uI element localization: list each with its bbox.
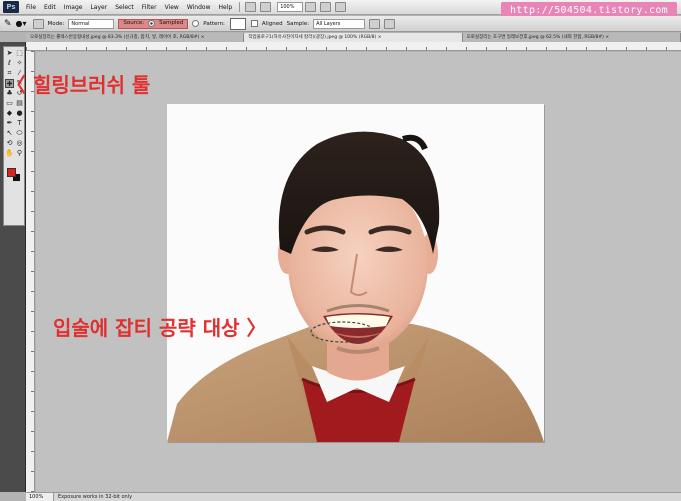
sampled-label: Sampled xyxy=(159,20,184,26)
menu-image[interactable]: Image xyxy=(60,0,87,15)
toolbox: ➤ ⬚ ℓ ✧ ⌗ ⁄ ✚ ✎ ♣ ↺ ▭ ▤ ◆ ● ✒ T ↖ ⬭ ⟲ ◎ … xyxy=(0,42,26,492)
menu-separator xyxy=(239,2,241,12)
lasso-tool-icon[interactable]: ℓ xyxy=(5,59,14,68)
sample-label: Sample: xyxy=(286,20,310,27)
menu-layer[interactable]: Layer xyxy=(86,0,111,15)
zoom-tool-icon[interactable]: ⚲ xyxy=(15,149,24,158)
3d-orbit-tool-icon[interactable]: ◎ xyxy=(15,139,24,148)
menu-view[interactable]: View xyxy=(161,0,183,15)
menu-file[interactable]: File xyxy=(22,0,40,15)
mode-label: Mode: xyxy=(47,20,65,27)
portrait-photo[interactable] xyxy=(167,104,544,442)
menu-select[interactable]: Select xyxy=(111,0,138,15)
status-text[interactable]: Exposure works in 32-bit only xyxy=(54,493,132,501)
canvas-area[interactable] xyxy=(36,52,681,492)
source-sampled-option[interactable]: Source: Sampled xyxy=(118,18,189,29)
pattern-swatch[interactable] xyxy=(229,17,246,30)
photoshop-window: Ps File Edit Image Layer Select Filter V… xyxy=(0,0,681,501)
mini-bridge-icon[interactable] xyxy=(260,2,272,12)
pressure-size-icon[interactable] xyxy=(384,18,396,29)
pattern-radio[interactable] xyxy=(192,20,200,27)
zoom-level-select[interactable]: 100% xyxy=(277,2,304,12)
ignore-adjustment-layers-icon[interactable] xyxy=(369,18,381,29)
healing-brush-annotation: 〈 힐링브러쉬 툴 xyxy=(6,73,151,97)
document-tab[interactable]: 오로실장리는 롤렉스반응형내성.jpeg @ 83.3% (신규층, 합치, 넣… xyxy=(26,33,245,42)
marquee-tool-icon[interactable]: ⬚ xyxy=(15,49,24,58)
tool-options-bar: ✎ ●▾ Mode: Normal Source: Sampled Patter… xyxy=(0,16,681,32)
foreground-color-swatch[interactable] xyxy=(7,168,16,177)
type-tool-icon[interactable]: T xyxy=(15,119,24,128)
aligned-label: Aligned xyxy=(261,20,283,27)
dodge-tool-icon[interactable]: ● xyxy=(15,109,24,118)
hand-tool-icon[interactable]: ✋ xyxy=(5,149,14,158)
status-bar: 100% Exposure works in 32-bit only xyxy=(26,492,681,501)
source-label: Source: xyxy=(123,20,145,26)
pattern-label: Pattern: xyxy=(203,20,225,27)
vertical-ruler[interactable] xyxy=(26,51,35,492)
document-tab-bar: 오로실장리는 롤렉스반응형내성.jpeg @ 83.3% (신규층, 합치, 넣… xyxy=(26,33,681,42)
menu-help[interactable]: Help xyxy=(215,0,237,15)
horizontal-ruler[interactable] xyxy=(26,42,681,51)
shape-tool-icon[interactable]: ⬭ xyxy=(15,129,24,138)
move-tool-icon[interactable]: ➤ xyxy=(5,49,14,58)
pen-tool-icon[interactable]: ✒ xyxy=(5,119,14,128)
portrait-illustration xyxy=(167,131,544,442)
document-tab[interactable]: 오로실장리는 초구면 일레보전후.jpeg @ 62.5% (내외 한합, RG… xyxy=(462,33,681,42)
arrange-documents-icon[interactable] xyxy=(320,2,332,12)
screen-mode-icon[interactable] xyxy=(335,2,347,12)
brush-panel-icon[interactable] xyxy=(32,18,44,29)
mode-select[interactable]: Normal xyxy=(68,18,115,29)
document-tab-active[interactable]: 작업물로구1(자유사진이자세 칼라)(광장).jpeg @ 100% (RGB/… xyxy=(244,33,463,42)
sampled-radio[interactable] xyxy=(148,20,156,27)
hand-tool-icon[interactable] xyxy=(305,2,317,12)
blur-tool-icon[interactable]: ◆ xyxy=(5,109,14,118)
photoshop-logo: Ps xyxy=(3,1,19,13)
menu-filter[interactable]: Filter xyxy=(138,0,161,15)
3d-rotate-tool-icon[interactable]: ⟲ xyxy=(5,139,14,148)
gradient-tool-icon[interactable]: ▤ xyxy=(15,99,24,108)
path-select-tool-icon[interactable]: ↖ xyxy=(5,129,14,138)
eraser-tool-icon[interactable]: ▭ xyxy=(5,99,14,108)
menu-edit[interactable]: Edit xyxy=(40,0,60,15)
zoom-readout[interactable]: 100% xyxy=(26,492,54,501)
lip-target-annotation: 입술에 잡티 공략 대상 〉 xyxy=(53,316,267,340)
quick-select-tool-icon[interactable]: ✧ xyxy=(15,59,24,68)
healing-brush-preset-icon[interactable]: ✎ xyxy=(4,19,12,29)
aligned-checkbox[interactable] xyxy=(250,20,258,27)
sample-select[interactable]: All Layers xyxy=(313,18,366,29)
menu-window[interactable]: Window xyxy=(183,0,215,15)
bridge-icon[interactable] xyxy=(245,2,257,12)
brush-picker-icon[interactable]: ●▾ xyxy=(16,19,27,28)
